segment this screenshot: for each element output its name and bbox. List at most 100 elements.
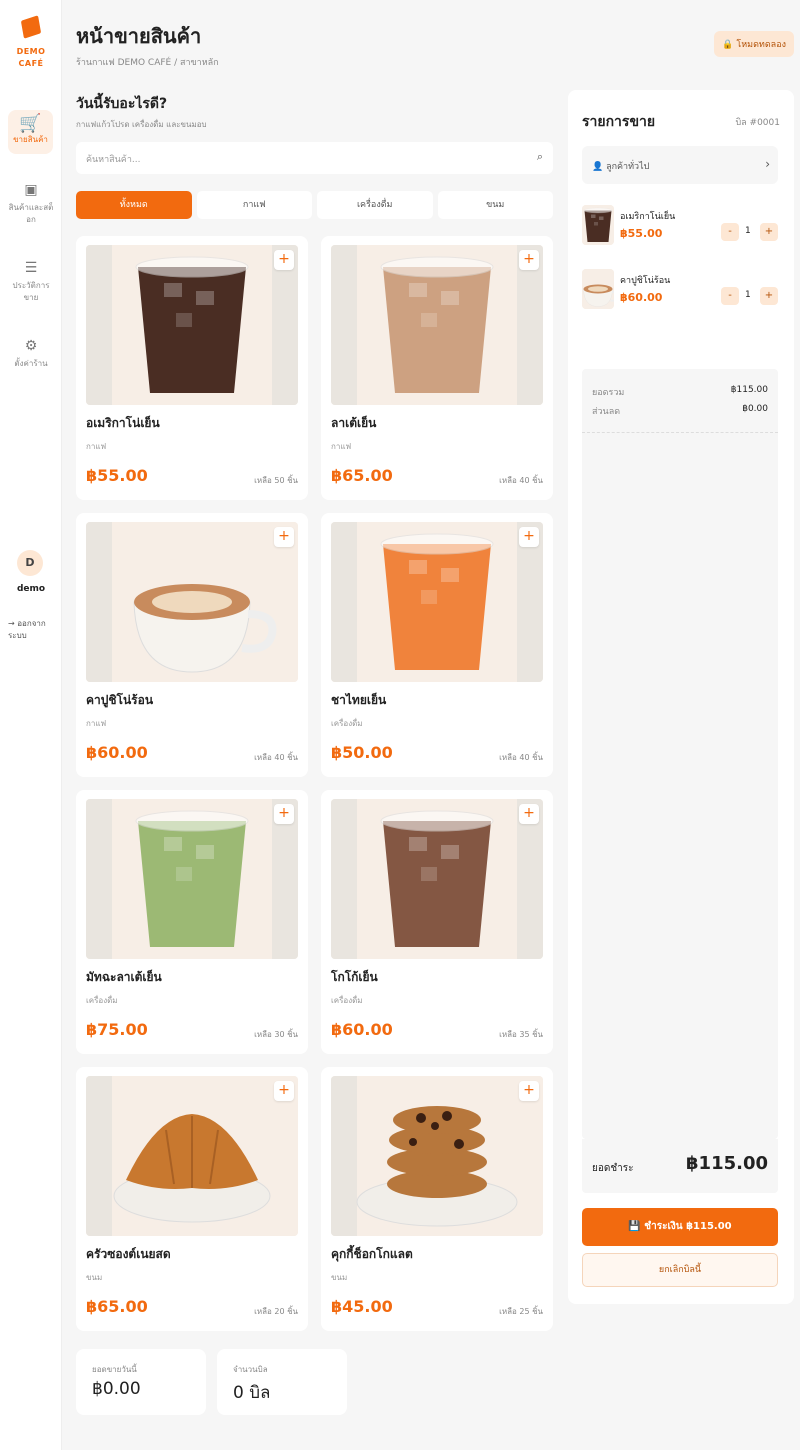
tab-bakery[interactable]: ขนม — [437, 191, 553, 219]
add-to-cart-icon[interactable]: + — [274, 804, 294, 824]
cancel-bill-button[interactable]: ยกเลิกบิลนี้ — [582, 1253, 778, 1287]
category-tabs: ทั้งหมด กาแฟ เครื่องดื่ม ขนม — [76, 191, 553, 219]
add-to-cart-icon[interactable]: + — [519, 1081, 539, 1101]
main-area: หน้าขายสินค้า ร้านกาแฟ DEMO CAFÉ / สาขาห… — [62, 0, 800, 1450]
sidebar-item-label: ตั้งค่าร้าน — [14, 359, 48, 368]
product-category: กาแฟ — [86, 442, 107, 451]
order-line-qty: 1 — [745, 226, 751, 236]
decrease-qty-button[interactable]: - — [721, 223, 739, 241]
stat-value: ฿0.00 — [92, 1379, 141, 1399]
product-name: มัทฉะลาเต้เย็น — [86, 970, 162, 984]
discount-label: ส่วนลด — [592, 407, 621, 417]
product-name: คาปูชิโน่ร้อน — [86, 693, 154, 707]
product-card[interactable]: + โกโก้เย็น เครื่องดื่ม ฿60.00 เหลือ 35 ชิ้น — [321, 790, 553, 1054]
product-card[interactable]: + ชาไทยเย็น เครื่องดื่ม ฿50.00 เหลือ 40 ชิ้น — [321, 513, 553, 777]
add-to-cart-icon[interactable]: + — [519, 527, 539, 547]
order-line-price: ฿55.00 — [620, 227, 663, 240]
catalog-heading: วันนี้รับอะไรดี? — [76, 96, 168, 112]
grand-total-row: ยอดชำระ ฿115.00 — [582, 1139, 778, 1193]
product-category: ขนม — [86, 1273, 103, 1282]
box-icon: ▣ — [24, 182, 38, 198]
product-category: กาแฟ — [331, 442, 352, 451]
product-category: ขนม — [331, 1273, 348, 1282]
add-to-cart-icon[interactable]: + — [519, 250, 539, 270]
product-name: โกโก้เย็น — [331, 970, 378, 984]
total-value: ฿115.00 — [686, 1153, 768, 1174]
bill-number: บิล #0001 — [735, 118, 780, 128]
search-input[interactable]: ค้นหาสินค้า... ⌕ — [76, 142, 553, 174]
product-price: ฿60.00 — [86, 743, 148, 762]
logout-link[interactable]: → ออกจากระบบ — [8, 618, 58, 642]
product-price: ฿50.00 — [331, 743, 393, 762]
product-card[interactable]: + คุกกี้ช็อกโกแลต ขนม ฿45.00 เหลือ 25 ชิ้น — [321, 1067, 553, 1331]
summary-box: ยอดรวม ฿115.00 ส่วนลด ฿0.00 — [582, 369, 778, 1139]
order-panel: รายการขาย บิล #0001 👤 ลูกค้าทั่วไป › อเม… — [568, 90, 794, 1304]
pay-button[interactable]: 💾 ชำระเงิน ฿115.00 — [582, 1208, 778, 1246]
logo-icon — [20, 15, 42, 39]
brand-line2: CAFÉ — [18, 59, 44, 68]
sidebar-item-label: ขายสินค้า — [13, 135, 48, 144]
username: demo — [16, 584, 46, 594]
trial-mode-badge[interactable]: 🔒 โหมดทดลอง — [714, 31, 794, 57]
product-image — [86, 522, 298, 682]
brand-logo[interactable]: DEMO CAFÉ — [0, 15, 62, 70]
discount-value: ฿0.00 — [742, 404, 768, 414]
decrease-qty-button[interactable]: - — [721, 287, 739, 305]
sidebar-item-stock[interactable]: ▣ สินค้าและสต็อก — [0, 182, 62, 226]
add-to-cart-icon[interactable]: + — [274, 527, 294, 547]
product-name: ครัวซองต์เนยสด — [86, 1247, 171, 1261]
product-stock: เหลือ 40 ชิ้น — [254, 753, 298, 762]
gear-icon: ⚙ — [24, 338, 38, 354]
product-card[interactable]: + อเมริกาโน่เย็น กาแฟ ฿55.00 เหลือ 50 ชิ้น — [76, 236, 308, 500]
product-card[interactable]: + คาปูชิโน่ร้อนกาแฟ฿60.00 เหลือ 40 ชิ้น — [76, 513, 308, 777]
product-image — [86, 245, 298, 405]
product-card[interactable]: + ลาเต้เย็นกาแฟ฿65.00 เหลือ 40 ชิ้น — [321, 236, 553, 500]
tab-all[interactable]: ทั้งหมด — [76, 191, 192, 219]
product-image — [86, 799, 298, 959]
increase-qty-button[interactable]: + — [760, 287, 778, 305]
product-stock: เหลือ 40 ชิ้น — [499, 476, 543, 485]
order-line-thumbnail — [582, 269, 614, 309]
product-price: ฿60.00 — [331, 1020, 393, 1039]
product-category: กาแฟ — [86, 719, 107, 728]
product-name: ลาเต้เย็น — [331, 416, 377, 430]
product-card[interactable]: + มัทฉะลาเต้เย็นเครื่องดื่ม฿75.00 เหลือ 30… — [76, 790, 308, 1054]
increase-qty-button[interactable]: + — [760, 223, 778, 241]
order-line: คาปูชิโน่ร้อน ฿60.00 -1 + — [582, 269, 778, 311]
subtotal-row: ยอดรวม ฿115.00 — [592, 385, 768, 399]
customer-selector[interactable]: 👤 ลูกค้าทั่วไป › — [582, 146, 778, 184]
subtotal-label: ยอดรวม — [592, 388, 625, 398]
add-to-cart-icon[interactable]: + — [519, 804, 539, 824]
search-icon: ⌕ — [536, 150, 543, 163]
product-price: ฿55.00 — [86, 466, 148, 485]
avatar[interactable]: D — [17, 550, 43, 576]
discount-row: ส่วนลด ฿0.00 — [592, 404, 768, 418]
tab-drinks[interactable]: เครื่องดื่ม — [317, 191, 433, 219]
product-price: ฿65.00 — [331, 466, 393, 485]
sidebar-item-settings[interactable]: ⚙ ตั้งค่าร้าน — [0, 338, 62, 370]
sidebar-item-label: สินค้าและสต็อก — [8, 203, 54, 224]
summary-divider — [582, 432, 778, 433]
receipt-icon: ☰ — [24, 260, 38, 276]
chevron-right-icon: › — [765, 157, 770, 171]
product-card[interactable]: + ครัวซองต์เนยสด ขนม ฿65.00 เหลือ 20 ชิ้น — [76, 1067, 308, 1331]
product-stock: เหลือ 50 ชิ้น — [254, 476, 298, 485]
stat-value: 0 บิล — [233, 1383, 271, 1403]
stat-label: ยอดขายวันนี้ — [92, 1365, 137, 1374]
sidebar-item-history[interactable]: ☰ ประวัติการขาย — [0, 260, 62, 304]
stat-card-bills: จำนวนบิล 0 บิล — [217, 1349, 347, 1415]
sidebar-item-sell[interactable]: 🛒 ขายสินค้า — [8, 110, 53, 154]
product-category: เครื่องดื่ม — [86, 996, 118, 1005]
total-label: ยอดชำระ — [592, 1163, 634, 1174]
product-image — [331, 245, 543, 405]
cart-icon: 🛒 — [19, 113, 42, 134]
product-stock: เหลือ 40 ชิ้น — [499, 753, 543, 762]
add-to-cart-icon[interactable]: + — [274, 1081, 294, 1101]
add-to-cart-icon[interactable]: + — [274, 250, 294, 270]
tab-coffee[interactable]: กาแฟ — [196, 191, 312, 219]
product-price: ฿75.00 — [86, 1020, 148, 1039]
order-line-name: อเมริกาโน่เย็น — [620, 212, 676, 222]
product-image — [331, 522, 543, 682]
product-stock: เหลือ 30 ชิ้น — [254, 1030, 298, 1039]
order-line-price: ฿60.00 — [620, 291, 663, 304]
